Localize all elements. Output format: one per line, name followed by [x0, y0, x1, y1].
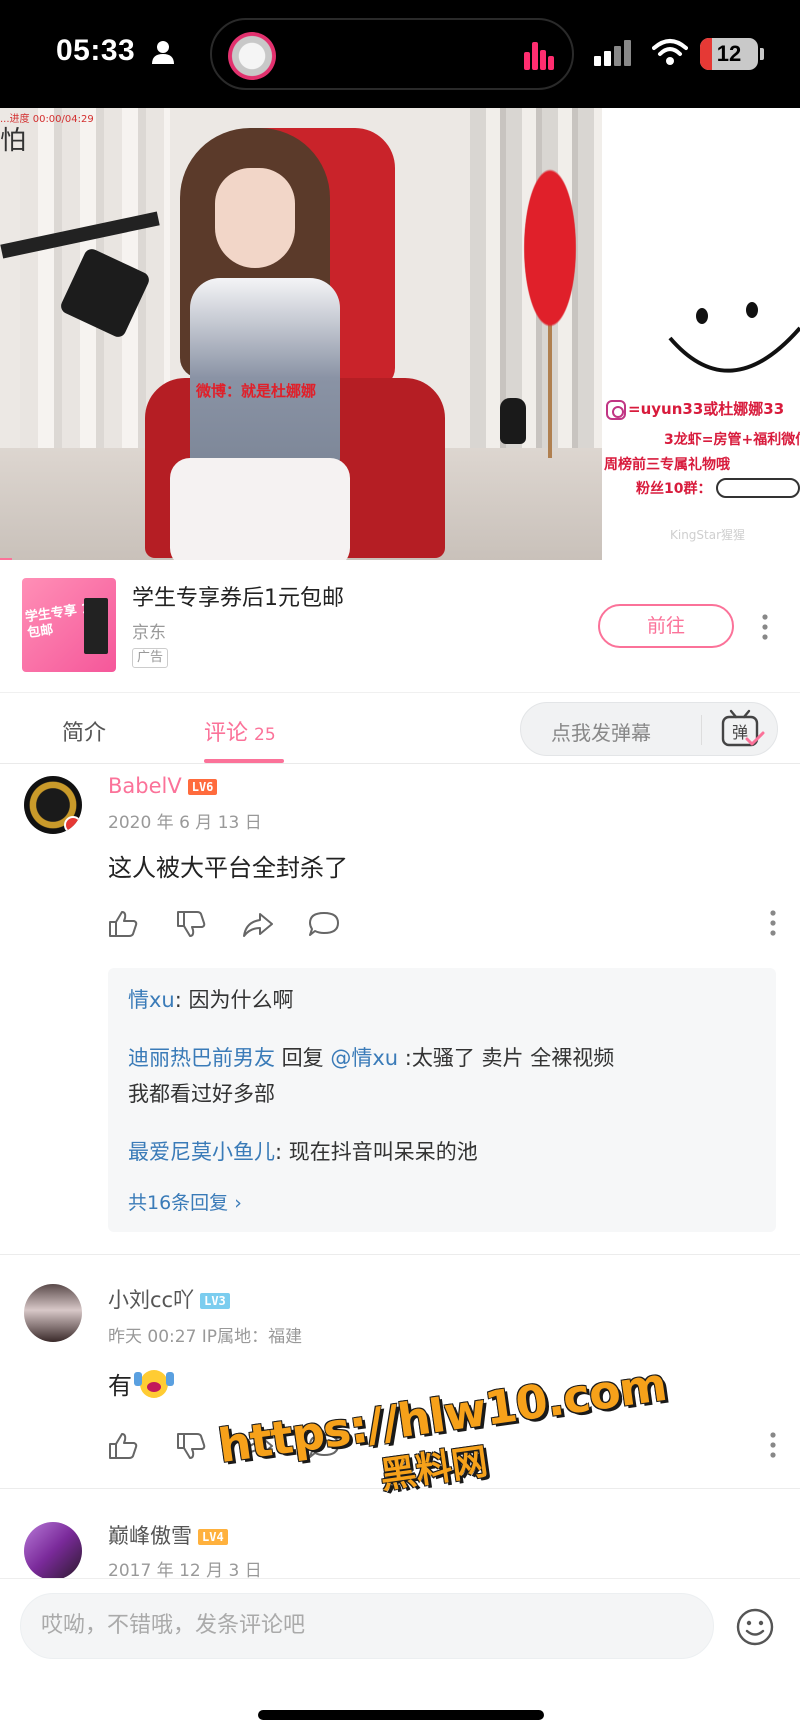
comment-username[interactable]: 小刘cc吖 LV3: [108, 1284, 230, 1314]
instagram-icon: [606, 399, 626, 420]
comment-count: 25: [254, 725, 276, 745]
emoji-icon[interactable]: [735, 1607, 775, 1647]
tab-indicator: [204, 759, 284, 763]
live-avatar: [228, 32, 276, 80]
comment-meta: 2020 年 6 月 13 日: [108, 813, 262, 833]
comment-content: 有: [108, 1366, 168, 1401]
ad-thumbnail[interactable]: 学生专享 1元包邮: [22, 578, 116, 672]
status-bar: 05:33 12: [0, 0, 800, 108]
danmaku-input[interactable]: 点我发弹幕 弹: [520, 702, 778, 756]
dynamic-island[interactable]: [210, 18, 574, 90]
ad-go-button[interactable]: 前往: [598, 604, 734, 648]
smiley-drawing: [668, 302, 800, 373]
audio-bars-icon: [524, 42, 554, 70]
comment-meta: 昨天 00:27 IP属地：福建: [108, 1327, 303, 1347]
promo-line-1: =uyun33或杜娜娜33: [606, 398, 784, 420]
dislike-icon[interactable]: [176, 910, 206, 938]
avatar[interactable]: [24, 776, 82, 834]
promo-line-2: 3龙虾=房管+福利微信: [664, 432, 800, 448]
status-time: 05:33: [56, 34, 136, 67]
reply-item[interactable]: 最爱尼莫小鱼儿: 现在抖音叫呆呆的池: [128, 1134, 478, 1170]
promo-line-3: 周榜前三专属礼物哦: [604, 457, 730, 473]
comment-input[interactable]: 哎呦，不错哦，发条评论吧: [20, 1593, 714, 1659]
battery-icon: 12: [700, 38, 758, 70]
reply-box[interactable]: 情xu: 因为什么啊 迪丽热巴前男友 回复 @情xu :太骚了 卖片 全裸视频 …: [108, 968, 776, 1232]
like-icon[interactable]: [108, 910, 138, 938]
ad-source: 京东: [132, 623, 166, 643]
dislike-icon[interactable]: [176, 1432, 206, 1460]
tab-intro[interactable]: 简介: [62, 715, 106, 747]
like-icon[interactable]: [108, 1432, 138, 1460]
avatar[interactable]: [24, 1284, 82, 1342]
redacted-box: [716, 478, 800, 498]
shocked-emoji-icon: [133, 1370, 168, 1398]
reply-icon[interactable]: [308, 910, 340, 938]
tab-bar: 简介 评论 25 点我发弹幕 弹: [0, 692, 800, 764]
comment-input-bar: 哎呦，不错哦，发条评论吧: [0, 1578, 800, 1735]
tab-comments[interactable]: 评论 25: [204, 715, 276, 747]
video-streamer: [160, 128, 380, 560]
person-icon: [152, 41, 174, 64]
home-indicator[interactable]: [258, 1710, 544, 1720]
more-icon[interactable]: [760, 614, 770, 640]
ad-card[interactable]: 学生专享 1元包邮 学生专享券后1元包邮 京东 广告 前往: [0, 560, 800, 692]
danmaku-toggle-icon[interactable]: 弹: [717, 709, 765, 751]
comment-content: 这人被大平台全封杀了: [108, 854, 348, 882]
reply-username[interactable]: 迪丽热巴前男友: [128, 1046, 275, 1070]
level-badge: LV6: [187, 779, 218, 795]
more-icon[interactable]: [768, 910, 778, 936]
official-badge-icon: [64, 816, 82, 834]
comment-actions: [108, 910, 776, 940]
reply-username[interactable]: 最爱尼莫小鱼儿: [128, 1140, 275, 1164]
promo-line-4: 粉丝10群：: [636, 481, 712, 497]
level-badge: LV3: [200, 1293, 230, 1309]
more-icon[interactable]: [768, 1432, 778, 1458]
video-overlay-char: 怕: [0, 126, 27, 156]
video-caption: 微博：就是杜娜娜: [196, 382, 317, 400]
video-watermark: KingStar猩猩: [670, 528, 746, 542]
reply-item[interactable]: 迪丽热巴前男友 回复 @情xu :太骚了 卖片 全裸视频: [128, 1040, 614, 1076]
view-all-replies-link[interactable]: 共16条回复 ›: [128, 1188, 242, 1215]
reply-mention[interactable]: @情xu: [330, 1046, 398, 1070]
signal-icon: [594, 40, 631, 66]
wifi-icon: [652, 39, 688, 65]
reply-item[interactable]: 情xu: 因为什么啊: [128, 982, 294, 1018]
share-icon[interactable]: [242, 910, 274, 938]
watermark-overlay: https://hlw10.com 黑料网: [215, 1357, 669, 1520]
avatar[interactable]: [24, 1522, 82, 1580]
divider: [0, 1254, 800, 1255]
comment-username[interactable]: BabelV LV6: [108, 774, 218, 798]
danmaku-placeholder: 点我发弹幕: [551, 721, 651, 745]
comment-username[interactable]: 巅峰傲雪 LV4: [108, 1520, 228, 1550]
level-badge: LV4: [198, 1529, 228, 1545]
reply-username[interactable]: 情xu: [128, 988, 175, 1012]
video-player[interactable]: ...进度 00:00/04:29 怕 微博：就是杜娜娜 =uyun33或杜娜娜…: [0, 108, 800, 560]
reply-item-continued: 我都看过好多部: [128, 1082, 275, 1106]
battery-level: 12: [716, 41, 742, 66]
ad-tag: 广告: [132, 648, 169, 668]
ad-title[interactable]: 学生专享券后1元包邮: [132, 580, 344, 612]
